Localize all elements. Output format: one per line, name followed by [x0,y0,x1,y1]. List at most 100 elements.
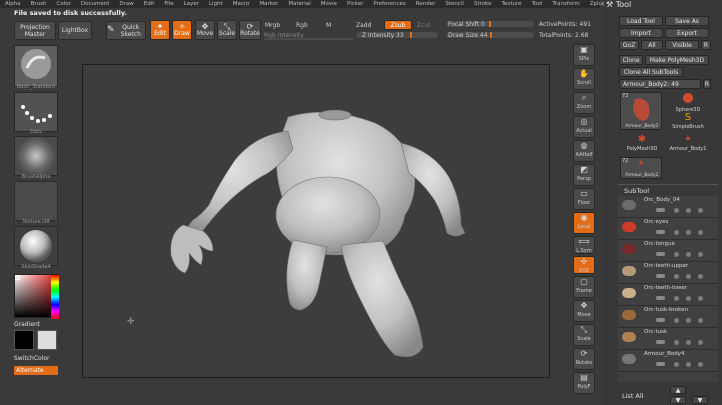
menu-item-edit[interactable]: Edit [139,0,160,8]
subtool-visibility-toggle[interactable] [656,318,665,322]
list-all-button[interactable]: List All [622,392,644,400]
menu-item-color[interactable]: Color [52,0,76,8]
subtool-option-icon[interactable] [674,208,679,213]
m-button[interactable]: M [326,22,331,29]
alpha-thumbnail[interactable] [14,136,58,176]
right-tool-lsym[interactable]: ⟺ L.Sym [573,236,595,254]
subtool-option-icon[interactable] [674,362,679,367]
menu-item-light[interactable]: Light [204,0,228,8]
subtool-visibility-toggle[interactable] [656,252,665,256]
subtool-option-icon[interactable] [686,252,691,257]
subtool-option-icon[interactable] [698,274,703,279]
subtool-option-icon[interactable] [686,340,691,345]
alternate-button[interactable]: Alternate [14,366,58,375]
menu-item-layer[interactable]: Layer [179,0,204,8]
move-button[interactable]: ✥ Move [195,20,215,40]
menu-item-alpha[interactable]: Alpha [0,0,26,8]
export-button[interactable]: Export [665,28,709,38]
right-tool-actual[interactable]: ◎ Actual [573,116,595,138]
menu-item-document[interactable]: Document [76,0,115,8]
tool-thumb-armour-body2-b[interactable]: 72 ✦ Armour_Body2 [620,157,662,179]
brush-thumbnail[interactable] [14,45,58,87]
color-cursor[interactable] [15,275,20,280]
subtool-row[interactable]: Orc-teeth-upper [618,262,718,284]
subtool-row[interactable]: Orc-tusk [618,328,718,350]
right-tool-frame[interactable]: ▢ Frame [573,276,595,298]
tool-thumb-armour-body2[interactable]: 72 Armour_Body2 [620,92,662,130]
tool-thumb-polymesh3d[interactable]: ✱ PolyMesh3D [620,134,664,156]
subtool-option-icon[interactable] [686,362,691,367]
subtool-row[interactable]: Orc-teeth-lower [618,284,718,306]
subtool-option-icon[interactable] [698,318,703,323]
all-button[interactable]: All [641,40,663,50]
subtool-down-button[interactable]: ▼ [670,396,686,404]
menu-item-preferences[interactable]: Preferences [368,0,410,8]
right-tool-scroll[interactable]: ✋ Scroll [573,68,595,90]
rgb-intensity-slider[interactable] [264,38,354,40]
subtool-option-icon[interactable] [686,296,691,301]
material-thumbnail[interactable] [14,226,58,266]
menu-item-tool[interactable]: Tool [527,0,548,8]
menu-item-brush[interactable]: Brush [26,0,52,8]
menu-item-movie[interactable]: Movie [316,0,342,8]
lightbox-button[interactable]: LightBox [58,21,92,40]
subtool-option-icon[interactable] [698,296,703,301]
tool-r-button[interactable]: R [703,79,711,89]
hue-strip[interactable] [51,275,59,319]
subtool-option-icon[interactable] [674,230,679,235]
subtool-option-icon[interactable] [674,340,679,345]
right-tool-persp[interactable]: ◩ Persp [573,164,595,186]
tool-thumb-armour-body1[interactable]: ✦ Armour_Body1 [666,134,710,156]
subtool-row[interactable]: Orc-tongue [618,240,718,262]
zcut-button[interactable]: Zcut [417,22,431,29]
menu-item-marker[interactable]: Marker [254,0,283,8]
stroke-thumbnail[interactable] [14,92,58,132]
menu-item-material[interactable]: Material [283,0,315,8]
subtool-row[interactable]: Orc-eyes [618,218,718,240]
subtool-option-icon[interactable] [698,362,703,367]
right-tool-xyz[interactable]: ✣ XYZ [573,256,595,274]
subtool-option-icon[interactable] [686,230,691,235]
menu-item-picker[interactable]: Picker [342,0,368,8]
import-button[interactable]: Import [619,28,663,38]
color-picker[interactable] [14,274,59,319]
subtool-option-icon[interactable] [698,252,703,257]
menu-item-stroke[interactable]: Stroke [469,0,497,8]
menu-item-macro[interactable]: Macro [228,0,255,8]
scale-button[interactable]: ⤡ Scale [217,20,237,40]
secondary-color-swatch[interactable] [37,330,57,350]
subtool-up-button[interactable]: ▲ [670,386,686,394]
projection-master-button[interactable]: Projection Master [14,21,56,40]
subtool-option-icon[interactable] [698,230,703,235]
tool-thumb-sphere3d[interactable]: Sphere3D [666,92,710,113]
document-canvas[interactable]: ✛ [82,64,550,378]
subtool-option-icon[interactable] [674,274,679,279]
right-tool-spix[interactable]: ▣ SPix [573,44,595,66]
menu-item-render[interactable]: Render [411,0,441,8]
rotate-button[interactable]: ⟳ Rotate [239,20,261,40]
right-tool-local[interactable]: ◉ Local [573,212,595,234]
right-tool-aahalf[interactable]: ◍ AAHalf [573,140,595,162]
quick-sketch-button[interactable]: ✎ Quick Sketch [106,21,146,40]
subtool-row[interactable]: Armour_Body4 [618,350,718,372]
right-tool-rotate[interactable]: ⟳ Rotate [573,348,595,370]
subtool-visibility-toggle[interactable] [656,296,665,300]
clone-all-subtools-button[interactable]: Clone All SubTools [619,67,683,77]
save-as-button[interactable]: Save As [665,16,709,26]
draw-button[interactable]: ✧ Draw [172,20,192,40]
subtool-option-icon[interactable] [674,296,679,301]
goz-button[interactable]: GoZ [619,40,639,50]
right-tool-zoom[interactable]: ⌕ Zoom [573,92,595,114]
texture-thumbnail[interactable] [14,181,58,221]
subtool-visibility-toggle[interactable] [656,230,665,234]
subtool-option-icon[interactable] [698,340,703,345]
subtool-option-icon[interactable] [686,208,691,213]
right-tool-polyf[interactable]: ▤ PolyF [573,372,595,394]
subtool-visibility-toggle[interactable] [656,362,665,366]
menu-item-transform[interactable]: Transform [547,0,584,8]
mrgb-button[interactable]: Mrgb [265,22,280,29]
subtool-option-icon[interactable] [674,318,679,323]
switch-color-button[interactable]: SwitchColor [14,355,50,362]
zsub-button[interactable]: Zsub [384,20,412,30]
subtool-row[interactable]: Orc_Body_04 [618,196,718,218]
